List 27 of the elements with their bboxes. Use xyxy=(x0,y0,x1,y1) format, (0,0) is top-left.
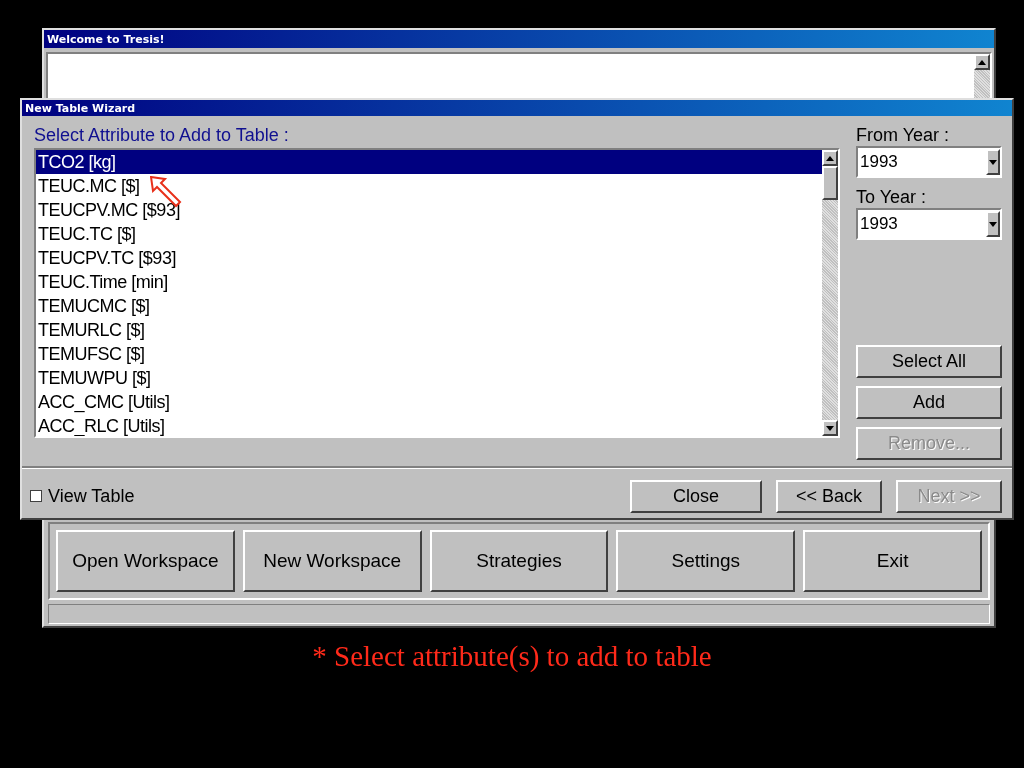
action-button[interactable]: Add xyxy=(856,386,1002,419)
down-arrow-icon xyxy=(989,221,997,227)
window-title: Welcome to Tresis! xyxy=(44,30,994,48)
action-button[interactable]: Select All xyxy=(856,345,1002,378)
year-dropdown[interactable]: 1993 xyxy=(856,146,1002,178)
list-label: Select Attribute to Add to Table : xyxy=(34,124,290,146)
scroll-bar[interactable] xyxy=(822,150,838,436)
field-label: To Year : xyxy=(856,186,928,208)
toolbar-button[interactable]: Exit xyxy=(803,530,982,592)
nav-button[interactable]: Close xyxy=(630,479,762,513)
toolbar-button[interactable]: Strategies xyxy=(429,530,609,592)
toolbar-button[interactable]: Open Workspace xyxy=(56,530,235,592)
up-arrow-icon xyxy=(826,155,834,161)
up-arrow-icon xyxy=(978,59,986,65)
dialog-title: New Table Wizard xyxy=(22,100,1012,116)
down-arrow-icon xyxy=(989,159,997,165)
down-arrow-icon xyxy=(826,425,834,431)
field-label: From Year : xyxy=(856,124,951,146)
toolbar-button[interactable]: Settings xyxy=(616,530,796,592)
list-item[interactable]: TCO2 [kg] xyxy=(36,150,822,174)
checkbox-label: View Table xyxy=(48,485,135,507)
checkbox[interactable] xyxy=(30,490,42,502)
caption: * Select attribute(s) to add to table xyxy=(312,640,712,672)
toolbar-button[interactable]: New Workspace xyxy=(242,530,422,592)
scroll-thumb[interactable] xyxy=(822,166,838,200)
year-dropdown[interactable]: 1993 xyxy=(856,208,1002,240)
nav-button[interactable]: << Back xyxy=(776,479,882,513)
